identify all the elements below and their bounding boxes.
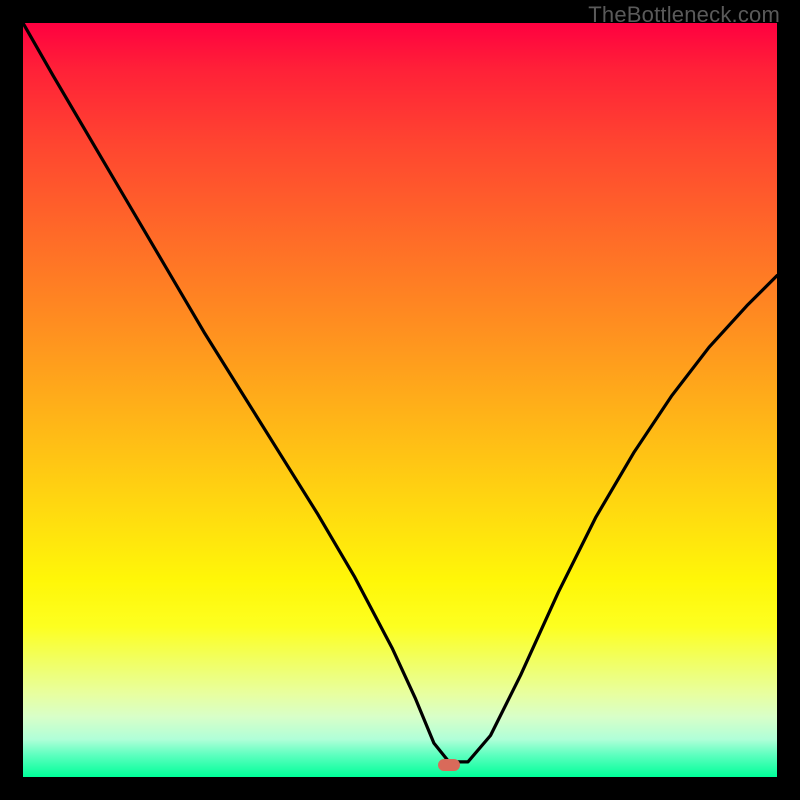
plot-area xyxy=(23,23,777,777)
minimum-marker xyxy=(438,759,460,771)
chart-container: TheBottleneck.com xyxy=(0,0,800,800)
bottleneck-curve xyxy=(23,23,777,762)
curve-svg xyxy=(23,23,777,777)
watermark-text: TheBottleneck.com xyxy=(588,2,780,28)
